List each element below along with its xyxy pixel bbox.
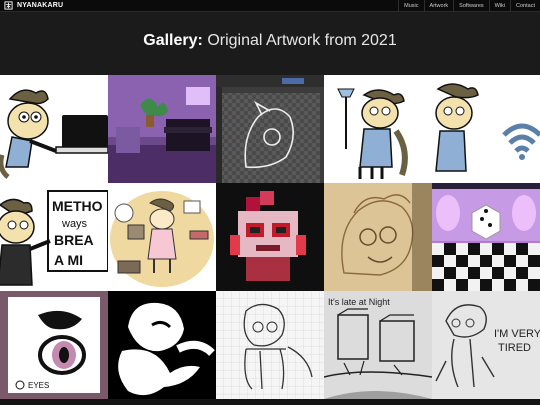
eyes-caption: EYES (28, 381, 49, 390)
gallery-tile-1[interactable] (0, 75, 108, 183)
sign-line-3: BREA (54, 232, 94, 248)
site-brand[interactable]: NYANAKARU (4, 1, 63, 10)
drawing-editor-artwork (216, 75, 324, 183)
tired-line-2: TIRED (498, 342, 531, 354)
gallery-tile-13[interactable] (216, 291, 324, 399)
sign-line-2: ways (61, 218, 88, 230)
nav-music[interactable]: Music (398, 0, 423, 12)
page-header: Gallery: Original Artwork from 2021 (0, 12, 540, 75)
nav-softwares[interactable]: Softwares (453, 0, 488, 12)
sketch-caption: It's late at Night (328, 297, 390, 307)
gallery-tile-6[interactable]: METHO ways BREA A MI (0, 183, 108, 291)
sign-line-4: A MI (54, 252, 83, 268)
gallery-tile-10[interactable] (432, 183, 540, 291)
gallery-tile-9[interactable] (324, 183, 432, 291)
pony-wifi-artwork (432, 75, 540, 183)
cat-kanji-icon (4, 1, 13, 10)
gallery-tile-5[interactable] (432, 75, 540, 183)
gallery-tile-3[interactable] (216, 75, 324, 183)
ink-room-artwork: It's late at Night (324, 291, 432, 399)
purple-room-artwork (108, 75, 216, 183)
nav-wiki[interactable]: Wiki (488, 0, 510, 12)
gallery-tile-7[interactable] (108, 183, 216, 291)
top-navbar: NYANAKARU Music Artwork Softwares Wiki C… (0, 0, 540, 12)
pony-lamp-artwork (324, 75, 432, 183)
bw-pony-artwork (108, 291, 216, 399)
eyes-artwork: EYES (0, 291, 108, 399)
gallery-tile-2[interactable] (108, 75, 216, 183)
gallery-tile-8[interactable] (216, 183, 324, 291)
nav-artwork[interactable]: Artwork (423, 0, 454, 12)
pony-piano-artwork (0, 75, 108, 183)
pony-sign-artwork: METHO ways BREA A MI (0, 183, 108, 291)
gallery-tile-11[interactable]: EYES (0, 291, 108, 399)
dice-room-artwork (432, 183, 540, 291)
site-name: NYANAKARU (17, 2, 64, 9)
nav-contact[interactable]: Contact (510, 0, 540, 12)
tired-line-1: I'M VERY (494, 328, 540, 340)
pixel-pony-artwork (216, 183, 324, 291)
grid-sketch-artwork (216, 291, 324, 399)
tired-pony-artwork: I'M VERY TIRED (432, 291, 540, 399)
title-bold: Gallery: (143, 32, 203, 49)
page-title: Gallery: Original Artwork from 2021 (0, 32, 540, 50)
pony-sketch-photo-artwork (324, 183, 432, 291)
gallery-tile-12[interactable] (108, 291, 216, 399)
gallery-tile-15[interactable]: I'M VERY TIRED (432, 291, 540, 399)
pony-objects-artwork (108, 183, 216, 291)
sign-line-1: METHO (52, 198, 103, 214)
title-rest: Original Artwork from 2021 (207, 32, 397, 49)
gallery-tile-14[interactable]: It's late at Night (324, 291, 432, 399)
main-nav: Music Artwork Softwares Wiki Contact (398, 0, 540, 12)
gallery-tile-4[interactable] (324, 75, 432, 183)
gallery-grid: METHO ways BREA A MI EYES It's late at N… (0, 75, 540, 405)
